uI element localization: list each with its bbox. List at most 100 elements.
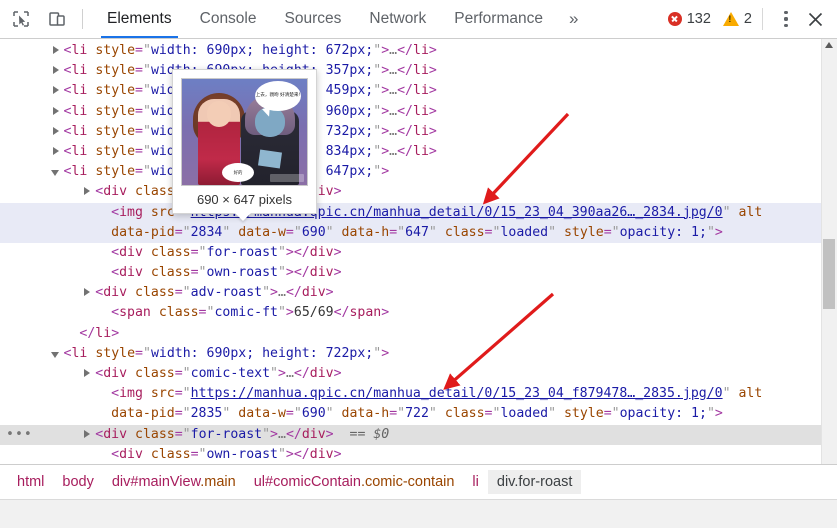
code-token[interactable]: https://manhua.qpic.cn/manhua_detail/0/1… bbox=[191, 386, 723, 401]
code-token: " bbox=[293, 406, 302, 422]
dom-tree-row[interactable]: <li style="width: 690px; height: 960px;"… bbox=[0, 102, 822, 122]
error-count: 132 bbox=[686, 11, 711, 27]
breadcrumb-item[interactable]: ul#comicContain.comic-contain bbox=[245, 470, 464, 494]
code-token: > bbox=[428, 103, 437, 119]
dom-tree-row[interactable]: <div class="comic-text">…</div> bbox=[0, 182, 822, 202]
code-token: > bbox=[381, 103, 390, 119]
code-token: div bbox=[103, 184, 128, 200]
tab-network[interactable]: Network bbox=[355, 0, 440, 38]
code-token: < bbox=[111, 386, 120, 402]
dom-tree-row[interactable]: <div class="own-roast"></div> bbox=[0, 263, 822, 283]
breadcrumb[interactable]: html body div#mainView.main ul#comicContain… bbox=[0, 464, 837, 499]
dom-tree-row[interactable]: <div class="comic-text">…</div> bbox=[0, 364, 822, 384]
code-token: own-roast bbox=[206, 446, 278, 462]
row-indent bbox=[0, 366, 95, 381]
code-token: </ bbox=[333, 305, 350, 321]
dom-tree-row[interactable]: <div class="for-roast"></div> bbox=[0, 243, 822, 263]
dom-tree-row[interactable]: <img src="https://manhua.qpic.cn/manhua_… bbox=[0, 202, 822, 223]
code-token: div bbox=[119, 244, 143, 260]
code-token: < bbox=[111, 265, 120, 281]
code-token: li bbox=[71, 164, 88, 180]
dom-tree-row[interactable]: <li style="width: 690px; height: 732px;"… bbox=[0, 122, 822, 142]
inspect-cursor-icon[interactable] bbox=[6, 4, 36, 34]
code-token: " bbox=[142, 103, 151, 119]
code-token: = bbox=[389, 224, 398, 240]
code-token: = bbox=[174, 426, 183, 442]
code-token: " bbox=[277, 265, 286, 281]
code-token: " bbox=[611, 406, 620, 422]
thumb-speech-bubble-2-text: 好的 bbox=[233, 169, 243, 175]
code-token: 690 bbox=[301, 224, 326, 240]
dom-tree-row[interactable]: <div class="adv-roast">…</div> bbox=[0, 283, 822, 303]
tab-elements[interactable]: Elements bbox=[93, 0, 186, 38]
dom-tree-row[interactable]: <li style="width: 690px; height: 834px;"… bbox=[0, 142, 822, 162]
code-token: > bbox=[428, 123, 437, 139]
close-icon[interactable] bbox=[799, 3, 831, 35]
dom-tree-row[interactable]: <div class="own-roast"></div> bbox=[0, 445, 822, 464]
issues-counter[interactable]: 132 2 bbox=[667, 11, 752, 27]
dom-tree[interactable]: <li style="width: 690px; height: 672px;"… bbox=[0, 39, 822, 464]
code-token: " bbox=[722, 386, 731, 402]
dom-tree-row[interactable]: </li> bbox=[0, 324, 822, 344]
scrollbar-thumb[interactable] bbox=[823, 239, 835, 309]
code-token: width: 690px; height: 722px; bbox=[150, 345, 374, 361]
code-token: = bbox=[603, 406, 612, 422]
breadcrumb-item[interactable]: html bbox=[8, 470, 53, 494]
scroll-up-arrow-icon[interactable] bbox=[825, 42, 833, 48]
code-token: " bbox=[142, 164, 151, 180]
dom-tree-row[interactable]: data-pid="2834" data-w="690" data-h="647… bbox=[0, 222, 822, 243]
code-token: div bbox=[103, 426, 128, 442]
code-token: = bbox=[135, 164, 143, 180]
code-token: " bbox=[182, 366, 191, 381]
elements-tree-panel[interactable]: <li style="width: 690px; height: 672px;"… bbox=[0, 39, 837, 464]
breadcrumb-item[interactable]: div#mainView.main bbox=[103, 470, 245, 494]
code-token: < bbox=[111, 446, 120, 462]
code-token: > bbox=[333, 446, 342, 462]
dom-tree-row[interactable]: data-pid="2835" data-w="690" data-h="722… bbox=[0, 404, 822, 424]
tab-sources[interactable]: Sources bbox=[271, 0, 356, 38]
code-token: … bbox=[389, 43, 398, 58]
code-token: data-w bbox=[238, 406, 286, 422]
vertical-scrollbar[interactable] bbox=[821, 39, 837, 464]
breadcrumb-tag: html bbox=[17, 474, 45, 490]
dom-tree-row[interactable]: <img src="https://manhua.qpic.cn/manhua_… bbox=[0, 384, 822, 404]
dom-tree-row[interactable]: <li style="width: 690px; height: 357px;"… bbox=[0, 61, 822, 81]
more-tabs-button[interactable]: » bbox=[557, 0, 590, 38]
code-token: img bbox=[119, 386, 143, 402]
dom-tree-row[interactable]: <span class="comic-ft">65/69</span> bbox=[0, 303, 822, 323]
code-token: " bbox=[373, 143, 382, 159]
code-token: div bbox=[309, 446, 334, 462]
breadcrumb-item[interactable]: li bbox=[463, 470, 487, 494]
code-token: class bbox=[135, 184, 175, 200]
code-token: style bbox=[95, 123, 136, 139]
code-token: > bbox=[714, 406, 723, 422]
tab-performance[interactable]: Performance bbox=[440, 0, 557, 38]
device-toolbar-icon[interactable] bbox=[42, 4, 72, 34]
code-token: " bbox=[706, 406, 715, 422]
code-token: = bbox=[135, 345, 143, 361]
code-token: … bbox=[389, 103, 398, 119]
breadcrumb-class: .main bbox=[200, 474, 236, 490]
code-token: … bbox=[389, 83, 398, 99]
row-overflow-dots[interactable]: ••• bbox=[6, 425, 33, 445]
dom-tree-row[interactable]: <li style="width: 690px; height: 647px;"… bbox=[0, 162, 822, 182]
code-token: data-w bbox=[238, 224, 286, 240]
tab-console[interactable]: Console bbox=[186, 0, 271, 38]
code-token: style bbox=[95, 63, 136, 79]
code-token: ></ bbox=[285, 265, 310, 281]
dom-tree-row[interactable]: ••• <div class="for-roast">…</div> == $0 bbox=[0, 424, 822, 445]
code-token: ></ bbox=[285, 244, 310, 260]
dom-tree-row[interactable]: <li style="width: 690px; height: 722px;"… bbox=[0, 344, 822, 364]
dom-tree-row[interactable]: <li style="width: 690px; height: 459px;"… bbox=[0, 81, 822, 101]
code-token: li bbox=[413, 143, 429, 159]
breadcrumb-item[interactable]: body bbox=[53, 470, 102, 494]
breadcrumb-item[interactable]: div.for-roast bbox=[487, 470, 582, 494]
code-token: style bbox=[95, 143, 136, 159]
kebab-menu-icon[interactable] bbox=[773, 6, 799, 32]
dom-tree-row[interactable]: <li style="width: 690px; height: 672px;"… bbox=[0, 41, 822, 61]
code-token: loaded bbox=[500, 224, 549, 240]
